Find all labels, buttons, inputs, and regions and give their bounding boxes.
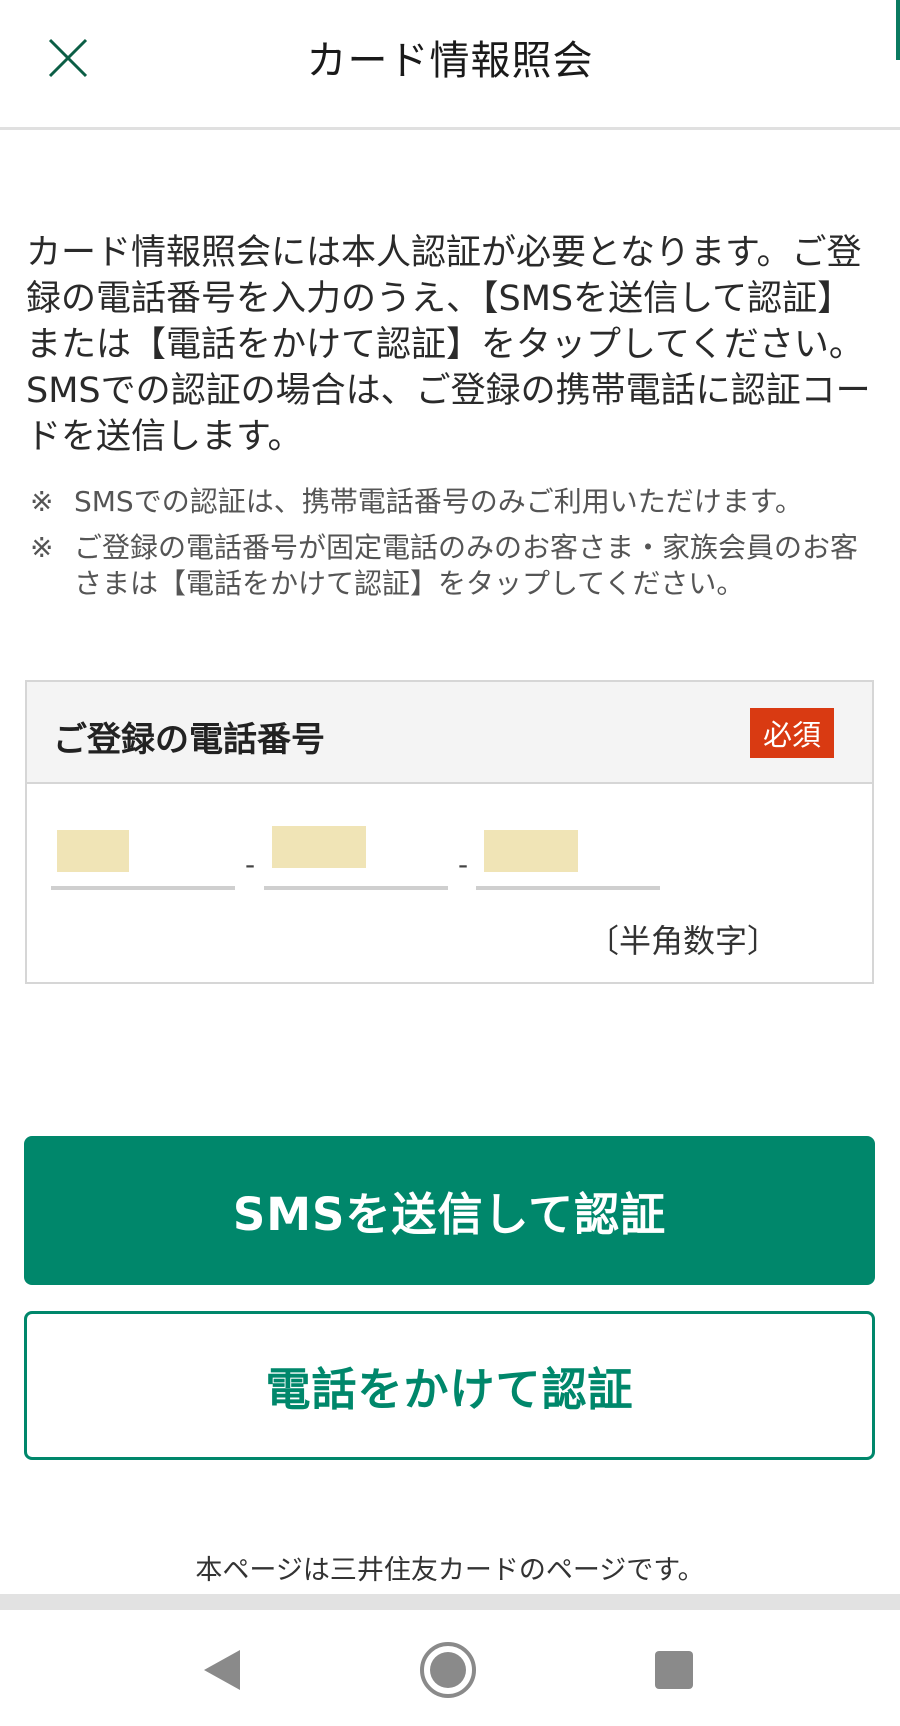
required-badge: 必須 [750, 708, 834, 758]
note-text: SMSでの認証は、携帯電話番号のみご利用いただけます。 [74, 485, 803, 518]
intro-text: カード情報照会には本人認証が必要となります。ご登録の電話番号を入力のうえ、【SM… [26, 230, 876, 460]
phone-number-card-header: ご登録の電話番号 必須 [27, 682, 872, 784]
note-mark: ※ [30, 485, 54, 518]
back-button[interactable] [192, 1640, 252, 1700]
system-navigation-bar [0, 1610, 900, 1726]
phone-number-card: ご登録の電話番号 必須 - - 〔半角数字〕 [25, 680, 874, 984]
scroll-edge-indicator [896, 0, 900, 60]
phone-field-3[interactable] [476, 830, 660, 890]
note-item: ※ ご登録の電話番号が固定電話のみのお客さま・家族会員のお客さまは【電話をかけて… [30, 530, 880, 602]
phone-separator: - [245, 848, 256, 881]
back-triangle-icon [204, 1650, 240, 1690]
phone-separator: - [458, 848, 469, 881]
footer-divider [0, 1594, 900, 1610]
call-verify-button[interactable]: 電話をかけて認証 [24, 1311, 875, 1460]
note-item: ※ SMSでの認証は、携帯電話番号のみご利用いただけます。 [30, 484, 880, 520]
recents-square-icon [655, 1651, 693, 1689]
half-width-digits-hint: 〔半角数字〕 [587, 922, 780, 960]
masked-value [484, 830, 578, 872]
intro-paragraph: カード情報照会には本人認証が必要となります。ご登録の電話番号を入力のうえ、【SM… [26, 233, 871, 457]
sms-verify-button[interactable]: SMSを送信して認証 [24, 1136, 875, 1285]
recents-button[interactable] [644, 1640, 704, 1700]
phone-field-1[interactable] [51, 830, 235, 890]
notes-list: ※ SMSでの認証は、携帯電話番号のみご利用いただけます。 ※ ご登録の電話番号… [30, 484, 880, 612]
home-circle-icon [420, 1642, 476, 1698]
phone-field-2[interactable] [264, 826, 448, 890]
home-button[interactable] [418, 1640, 478, 1700]
masked-value [57, 830, 129, 872]
card-info-inquiry-page: カード情報照会 カード情報照会には本人認証が必要となります。ご登録の電話番号を入… [0, 0, 900, 1726]
footer-note: 本ページは三井住友カードのページです。 [195, 1555, 705, 1586]
note-mark: ※ [30, 531, 54, 564]
header: カード情報照会 [0, 0, 900, 130]
phone-number-label: ご登録の電話番号 [53, 720, 325, 760]
masked-value [272, 826, 366, 868]
page-title: カード情報照会 [306, 38, 594, 84]
note-text: ご登録の電話番号が固定電話のみのお客さま・家族会員のお客さまは【電話をかけて認証… [74, 531, 859, 600]
